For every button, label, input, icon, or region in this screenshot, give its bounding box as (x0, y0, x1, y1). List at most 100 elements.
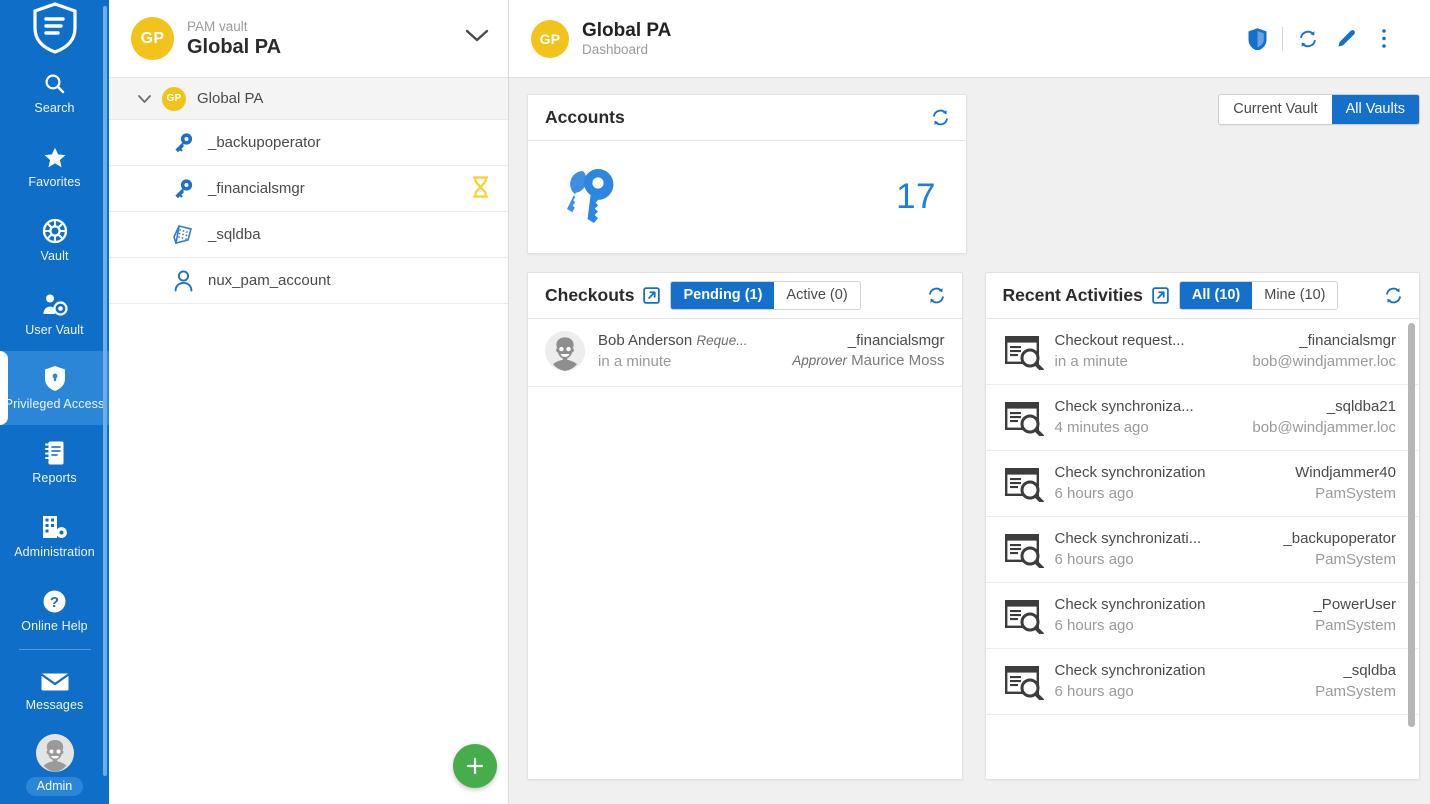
activity-time: in a minute (1055, 351, 1253, 373)
tab-all[interactable]: All (10) (1180, 282, 1252, 309)
activity-account: _PowerUser (1313, 594, 1396, 615)
activity-log-icon (1003, 664, 1047, 700)
tree-item-sqldba[interactable]: _sqldba (109, 212, 508, 258)
tree-item-nux-pam-account[interactable]: nux_pam_account (109, 258, 508, 304)
sidebar-item-privileged-access[interactable]: Privileged Access (0, 351, 109, 425)
activity-title: Check synchronizati... (1055, 528, 1284, 549)
sidebar-item-administration[interactable]: Administration (0, 499, 109, 573)
tree-item-label: nux_pam_account (208, 272, 490, 289)
checkout-info: Bob Anderson Reque... in a minute (598, 331, 792, 373)
key-icon (170, 178, 196, 199)
activity-time: 6 hours ago (1055, 615, 1314, 637)
checkout-requester: Bob Anderson Reque... (598, 332, 747, 349)
avatar (545, 331, 585, 371)
page-subtitle: Dashboard (582, 42, 1238, 58)
tab-mine[interactable]: Mine (10) (1252, 282, 1337, 309)
refresh-icon[interactable] (1384, 286, 1403, 305)
activity-info: Checkout request... in a minute (1055, 330, 1253, 373)
approver-name: Maurice Moss (851, 352, 944, 369)
activity-info: Check synchronization 6 hours ago (1055, 660, 1316, 703)
list-item[interactable]: Check synchronization 6 hours ago Windja… (986, 451, 1420, 517)
avatar (36, 734, 74, 772)
toggle-all-vaults[interactable]: All Vaults (1332, 95, 1419, 124)
tab-active[interactable]: Active (0) (774, 282, 859, 309)
sidebar-label: Favorites (28, 176, 80, 189)
chevron-down-icon[interactable] (137, 94, 152, 104)
activity-title: Check synchronization (1055, 660, 1316, 681)
activity-target: _backupoperator PamSystem (1283, 528, 1396, 571)
activities-list: Checkout request... in a minute _financi… (986, 319, 1420, 779)
activity-log-icon (1003, 532, 1047, 568)
user-vault-icon (41, 291, 69, 318)
refresh-icon[interactable] (1289, 20, 1327, 58)
edit-pencil-icon[interactable] (1327, 20, 1365, 58)
accounts-card-header: Accounts (528, 95, 966, 141)
more-vertical-icon[interactable] (1365, 20, 1403, 58)
checkouts-card-header: Checkouts Pending (1) Active (0) (528, 273, 962, 319)
list-item[interactable]: Check synchronization 6 hours ago _Power… (986, 583, 1420, 649)
header-divider (1282, 27, 1283, 51)
list-item[interactable]: Checkout request... in a minute _financi… (986, 319, 1420, 385)
checkout-account: _financialsmgr (792, 331, 944, 351)
dashboard-cards-row: Checkouts Pending (1) Active (0) (527, 272, 1420, 780)
refresh-icon[interactable] (931, 108, 950, 127)
sidebar-item-user-vault[interactable]: User Vault (0, 277, 109, 351)
hourglass-icon (471, 176, 490, 202)
tab-pending[interactable]: Pending (1) (671, 282, 774, 309)
vault-selector[interactable]: GP PAM vault Global PA (109, 0, 508, 78)
add-account-button[interactable] (453, 744, 497, 788)
app-logo[interactable] (0, 0, 109, 55)
keys-icon (562, 163, 626, 232)
header-actions (1238, 20, 1403, 58)
checkout-approver: Approver Maurice Moss (792, 351, 944, 370)
list-item[interactable]: Bob Anderson Reque... in a minute _finan… (528, 319, 962, 387)
shield-lock-icon (43, 365, 67, 392)
tree-item-label: _backupoperator (208, 134, 490, 151)
activity-account: _sqldba21 (1252, 396, 1396, 417)
activity-account: _backupoperator (1283, 528, 1396, 549)
plus-icon (465, 756, 485, 776)
tree-item-financialsmgr[interactable]: _financialsmgr (109, 166, 508, 212)
activity-user: PamSystem (1283, 549, 1396, 571)
sidebar-item-reports[interactable]: Reports (0, 425, 109, 499)
open-in-new-icon[interactable] (1152, 287, 1169, 304)
search-icon (43, 69, 67, 96)
activity-log-icon (1003, 466, 1047, 502)
activity-title: Check synchronization (1055, 462, 1296, 483)
sidebar-label: User Vault (25, 324, 83, 337)
vault-subtitle: PAM vault (187, 19, 464, 35)
activity-log-icon (1003, 400, 1047, 436)
recent-activities-card: Recent Activities All (10) Mine (10) (985, 272, 1421, 780)
reports-book-icon (43, 439, 67, 466)
sidebar-item-favorites[interactable]: Favorites (0, 129, 109, 203)
tree-item-backupoperator[interactable]: _backupoperator (109, 120, 508, 166)
activity-account: _financialsmgr (1252, 330, 1396, 351)
sidebar-user-profile[interactable]: Admin (0, 726, 109, 804)
list-item[interactable]: Check synchroniza... 4 minutes ago _sqld… (986, 385, 1420, 451)
sidebar-item-search[interactable]: Search (0, 55, 109, 129)
activity-target: _financialsmgr bob@windjammer.loc (1252, 330, 1396, 373)
list-item[interactable]: Check synchronization 6 hours ago _sqldb… (986, 649, 1420, 715)
sidebar-label: Privileged Access (5, 398, 105, 411)
sidebar-item-vault[interactable]: Vault (0, 203, 109, 277)
checkouts-card: Checkouts Pending (1) Active (0) (527, 272, 963, 780)
accounts-card-title: Accounts (545, 107, 625, 128)
person-icon (170, 270, 196, 292)
activity-user: PamSystem (1313, 615, 1396, 637)
refresh-icon[interactable] (927, 286, 946, 305)
toggle-current-vault[interactable]: Current Vault (1219, 95, 1331, 124)
nav-scrollbar[interactable] (103, 6, 107, 776)
sidebar-item-messages[interactable]: Messages (0, 652, 109, 726)
activities-scrollbar[interactable] (1408, 323, 1415, 727)
activity-time: 6 hours ago (1055, 483, 1296, 505)
sidebar-item-online-help[interactable]: ? Online Help (0, 573, 109, 647)
approver-label: Approver (792, 353, 847, 368)
accounts-card-body: 17 (528, 141, 966, 253)
chevron-down-icon[interactable] (464, 28, 490, 49)
open-in-new-icon[interactable] (643, 287, 660, 304)
shield-icon[interactable] (1238, 20, 1276, 58)
list-item[interactable]: Check synchronizati... 6 hours ago _back… (986, 517, 1420, 583)
shield-logo-icon (32, 2, 78, 54)
activity-time: 6 hours ago (1055, 549, 1284, 571)
tree-root-node[interactable]: GP Global PA (109, 78, 508, 120)
